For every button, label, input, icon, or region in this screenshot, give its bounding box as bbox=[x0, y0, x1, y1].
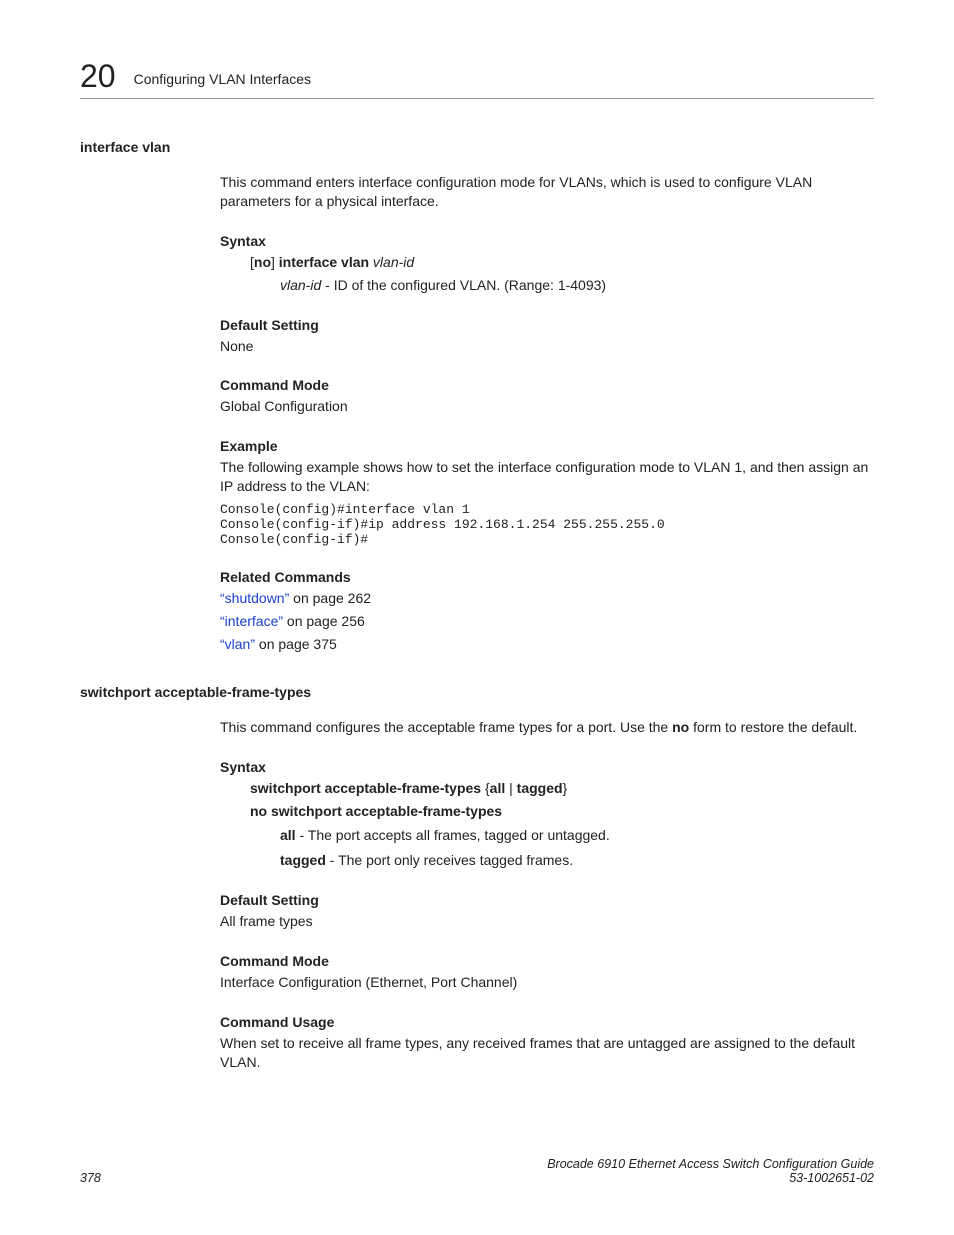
syntax-no-form: no switchport acceptable-frame-types bbox=[250, 802, 874, 821]
text: tagged bbox=[280, 852, 326, 868]
doc-number: 53-1002651-02 bbox=[547, 1171, 874, 1185]
footer-doc-info: Brocade 6910 Ethernet Access Switch Conf… bbox=[547, 1157, 874, 1185]
text: no bbox=[672, 719, 689, 735]
text: on page 375 bbox=[255, 636, 337, 652]
text: switchport acceptable-frame-types bbox=[250, 780, 481, 796]
page-footer: 378 Brocade 6910 Ethernet Access Switch … bbox=[80, 1157, 874, 1185]
page-header: 20 Configuring VLAN Interfaces bbox=[80, 60, 874, 99]
text: } bbox=[563, 780, 568, 796]
chapter-title: Configuring VLAN Interfaces bbox=[134, 71, 311, 87]
chapter-number: 20 bbox=[80, 60, 116, 92]
syntax-heading: Syntax bbox=[220, 759, 874, 775]
text: - The port only receives tagged frames. bbox=[326, 852, 573, 868]
text: all bbox=[490, 780, 506, 796]
text: interface vlan bbox=[279, 254, 369, 270]
command-section-interface-vlan: interface vlan This command enters inter… bbox=[80, 139, 874, 654]
related-link-shutdown: “shutdown” on page 262 bbox=[220, 589, 874, 608]
page-number: 378 bbox=[80, 1171, 101, 1185]
text: vlan-id bbox=[369, 254, 414, 270]
command-description: This command configures the acceptable f… bbox=[220, 718, 874, 737]
page: 20 Configuring VLAN Interfaces interface… bbox=[0, 0, 954, 1235]
text: form to restore the default. bbox=[689, 719, 857, 735]
link-text[interactable]: “shutdown” bbox=[220, 590, 289, 606]
text: tagged bbox=[517, 780, 563, 796]
text: - The port accepts all frames, tagged or… bbox=[296, 827, 610, 843]
example-description: The following example shows how to set t… bbox=[220, 458, 874, 496]
command-name: interface vlan bbox=[80, 139, 874, 155]
text: vlan-id bbox=[280, 277, 321, 293]
text: ] bbox=[271, 254, 279, 270]
example-code: Console(config)#interface vlan 1 Console… bbox=[220, 502, 874, 547]
command-mode-heading: Command Mode bbox=[220, 377, 874, 393]
text: on page 262 bbox=[289, 590, 371, 606]
syntax-line: [no] interface vlan vlan-id bbox=[250, 253, 874, 272]
default-setting-value: None bbox=[220, 337, 874, 356]
syntax-line: switchport acceptable-frame-types {all |… bbox=[250, 779, 874, 798]
default-setting-heading: Default Setting bbox=[220, 892, 874, 908]
doc-title: Brocade 6910 Ethernet Access Switch Conf… bbox=[547, 1157, 874, 1171]
command-mode-value: Interface Configuration (Ethernet, Port … bbox=[220, 973, 874, 992]
command-section-switchport-acceptable-frame-types: switchport acceptable-frame-types This c… bbox=[80, 684, 874, 1072]
syntax-arg-desc: vlan-id - ID of the configured VLAN. (Ra… bbox=[280, 276, 874, 295]
example-heading: Example bbox=[220, 438, 874, 454]
default-setting-heading: Default Setting bbox=[220, 317, 874, 333]
syntax-heading: Syntax bbox=[220, 233, 874, 249]
text: all bbox=[280, 827, 296, 843]
command-mode-heading: Command Mode bbox=[220, 953, 874, 969]
text: { bbox=[481, 780, 490, 796]
command-usage-heading: Command Usage bbox=[220, 1014, 874, 1030]
command-name: switchport acceptable-frame-types bbox=[80, 684, 874, 700]
link-text[interactable]: “vlan” bbox=[220, 636, 255, 652]
option-all: all - The port accepts all frames, tagge… bbox=[280, 826, 874, 845]
related-link-interface: “interface” on page 256 bbox=[220, 612, 874, 631]
text: on page 256 bbox=[283, 613, 365, 629]
related-link-vlan: “vlan” on page 375 bbox=[220, 635, 874, 654]
text: This command configures the acceptable f… bbox=[220, 719, 672, 735]
related-commands-heading: Related Commands bbox=[220, 569, 874, 585]
default-setting-value: All frame types bbox=[220, 912, 874, 931]
link-text[interactable]: “interface” bbox=[220, 613, 283, 629]
text: no bbox=[254, 254, 271, 270]
command-mode-value: Global Configuration bbox=[220, 397, 874, 416]
option-tagged: tagged - The port only receives tagged f… bbox=[280, 851, 874, 870]
command-usage-value: When set to receive all frame types, any… bbox=[220, 1034, 874, 1072]
command-description: This command enters interface configurat… bbox=[220, 173, 874, 211]
text: - ID of the configured VLAN. (Range: 1-4… bbox=[321, 277, 606, 293]
text: | bbox=[505, 780, 516, 796]
